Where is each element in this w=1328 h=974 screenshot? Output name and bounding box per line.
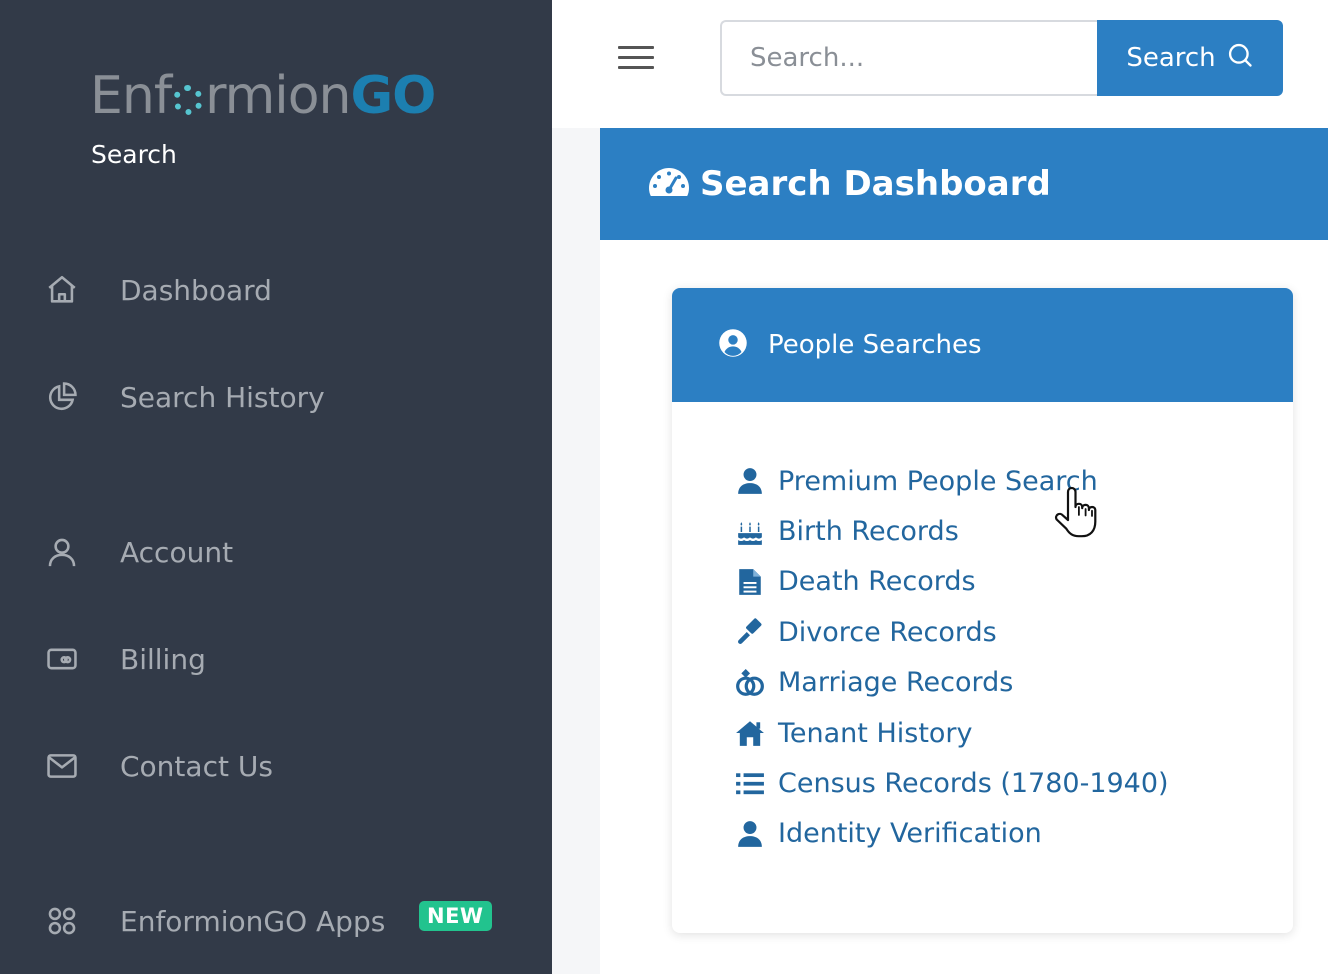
sidebar-item-account[interactable]: Account (44, 527, 233, 577)
logo-text-part2: rmion (205, 66, 351, 126)
link-label: Death Records (778, 566, 976, 598)
sidebar-item-label: Billing (120, 642, 206, 676)
hamburger-menu-icon[interactable] (618, 46, 654, 70)
card-title: People Searches (768, 330, 982, 360)
sidebar-item-label: Search History (120, 380, 325, 414)
link-tenant-history[interactable]: Tenant History (734, 708, 1169, 758)
document-icon (734, 566, 766, 598)
dashboard-header: Search Dashboard (600, 128, 1328, 240)
link-label: Divorce Records (778, 616, 997, 648)
speedometer-icon (648, 166, 690, 202)
apps-icon (44, 903, 80, 939)
top-bar: Search (552, 0, 1328, 128)
mail-icon (44, 748, 80, 784)
search-icon (1226, 41, 1254, 76)
link-census-records[interactable]: Census Records (1780-1940) (734, 758, 1169, 808)
page-title: Search Dashboard (700, 164, 1051, 204)
link-divorce-records[interactable]: Divorce Records (734, 607, 1169, 657)
home-icon (44, 272, 80, 308)
user-icon (44, 534, 80, 570)
link-label: Identity Verification (778, 818, 1042, 850)
logo-text-part3: GO (350, 66, 436, 126)
link-label: Premium People Search (778, 465, 1098, 497)
link-marriage-records[interactable]: Marriage Records (734, 658, 1169, 708)
people-search-links: Premium People Search Birth Records Deat… (734, 456, 1169, 859)
brand-logo[interactable]: Enf rmionGO (90, 70, 436, 122)
sidebar-item-dashboard[interactable]: Dashboard (44, 265, 272, 315)
link-label: Tenant History (778, 717, 973, 749)
search-button[interactable]: Search (1097, 20, 1283, 96)
sidebar-item-label: Dashboard (120, 273, 272, 307)
person-icon (734, 465, 766, 497)
link-label: Birth Records (778, 516, 959, 548)
sidebar-item-label: EnformionGO Apps (120, 904, 386, 938)
sidebar: Enf rmionGO Search Dashboard Search Histo… (0, 0, 552, 974)
link-label: Census Records (1780-1940) (778, 768, 1169, 800)
user-circle-icon (718, 328, 748, 362)
sidebar-item-label: Contact Us (120, 749, 273, 783)
link-death-records[interactable]: Death Records (734, 557, 1169, 607)
hand-pointer-cursor-icon (1052, 486, 1102, 542)
billing-icon (44, 641, 80, 677)
new-badge: NEW (419, 901, 492, 931)
link-birth-records[interactable]: Birth Records (734, 506, 1169, 556)
search-input[interactable] (720, 20, 1098, 96)
sidebar-item-contact-us[interactable]: Contact Us (44, 741, 273, 791)
brand-subtitle: Search (91, 140, 177, 169)
sidebar-item-enformiongo-apps[interactable]: EnformionGO Apps NEW (44, 896, 492, 946)
rings-icon (734, 667, 766, 699)
sidebar-item-billing[interactable]: Billing (44, 634, 206, 684)
gavel-icon (734, 616, 766, 648)
link-label: Marriage Records (778, 667, 1014, 699)
house-icon (734, 717, 766, 749)
link-premium-people-search[interactable]: Premium People Search (734, 456, 1169, 506)
birthday-cake-icon (734, 516, 766, 548)
logo-text-part1: Enf (90, 66, 172, 126)
sidebar-item-search-history[interactable]: Search History (44, 372, 325, 422)
pie-chart-icon (44, 379, 80, 415)
link-identity-verification[interactable]: Identity Verification (734, 809, 1169, 859)
search-button-label: Search (1126, 43, 1216, 73)
list-icon (734, 768, 766, 800)
people-searches-card: People Searches Premium People Search Bi… (672, 288, 1293, 933)
logo-ring-icon (173, 85, 204, 115)
card-header: People Searches (672, 288, 1293, 402)
person-icon (734, 818, 766, 850)
sidebar-item-label: Account (120, 535, 234, 569)
